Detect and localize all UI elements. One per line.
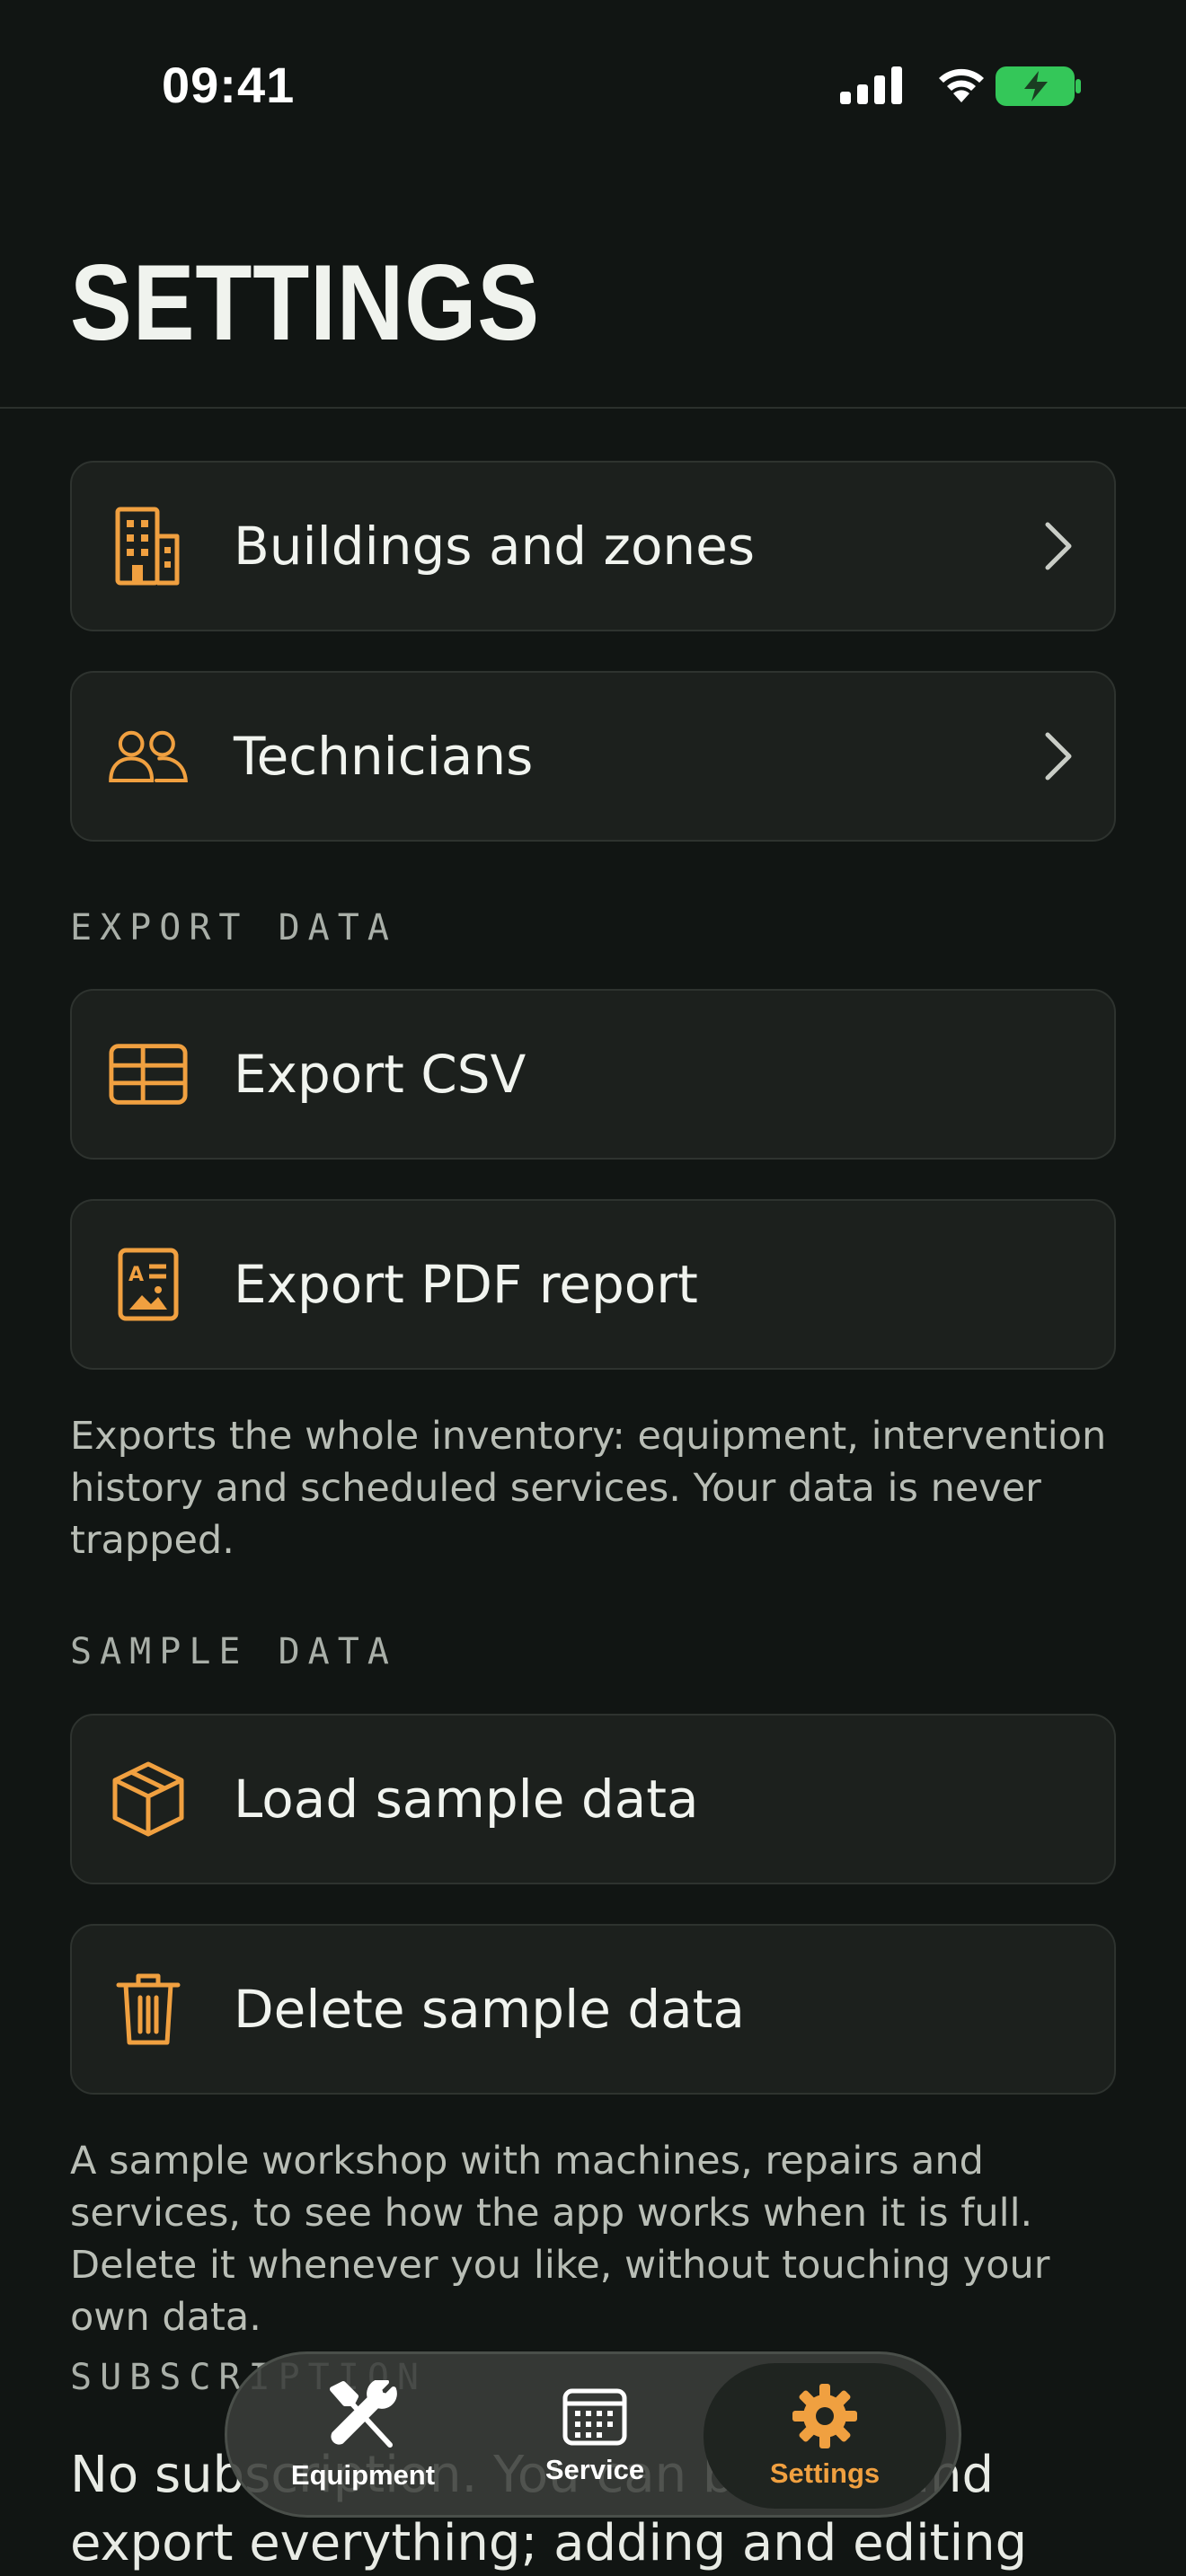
table-icon [108,1034,189,1115]
tab-bar: Equipment Service Settings [225,2351,961,2518]
buildings-and-zones-row[interactable]: Buildings and zones [70,461,1116,631]
export-note: Exports the whole inventory: equipment, … [70,1414,1107,1563]
export-pdf-label: Export PDF report [234,1254,698,1315]
page-title: SETTINGS [70,243,540,363]
tab-equipment-label: Equipment [290,2459,436,2491]
sample-data-header: SAMPLE DATA [70,1631,397,1672]
battery-charging-icon [996,66,1081,106]
technicians-label: Technicians [234,726,534,787]
tab-service[interactable]: Service [474,2363,716,2509]
svg-text:A: A [128,1264,144,1286]
status-bar: 09:41 [0,0,1186,180]
tab-service-label: Service [544,2454,645,2485]
status-time: 09:41 [162,57,296,113]
document-icon: A [108,1244,189,1325]
load-sample-data-label: Load sample data [234,1769,699,1830]
tools-icon [330,2380,397,2448]
building-icon [108,506,189,587]
title-divider [0,407,1186,409]
chevron-right-icon [1045,522,1072,570]
gear-icon [792,2384,857,2448]
tab-settings-label: Settings [769,2457,881,2489]
calendar-icon [562,2388,627,2446]
export-csv-label: Export CSV [234,1044,527,1105]
wifi-icon [939,68,984,102]
delete-sample-data-row[interactable]: Delete sample data [70,1924,1116,2095]
chevron-right-icon [1045,732,1072,781]
delete-sample-data-label: Delete sample data [234,1979,745,2040]
technicians-row[interactable]: Technicians [70,671,1116,842]
tab-equipment[interactable]: Equipment [242,2363,484,2509]
people-icon [108,716,189,797]
trash-icon [108,1969,189,2050]
sample-note: A sample workshop with machines, repairs… [70,2139,1050,2340]
export-pdf-row[interactable]: A Export PDF report [70,1199,1116,1370]
buildings-and-zones-label: Buildings and zones [234,516,756,577]
export-data-header: EXPORT DATA [70,907,397,948]
tab-settings[interactable]: Settings [704,2363,946,2509]
load-sample-data-row[interactable]: Load sample data [70,1714,1116,1884]
export-csv-row[interactable]: Export CSV [70,989,1116,1160]
cellular-signal-icon [840,66,902,104]
box-icon [108,1759,189,1839]
